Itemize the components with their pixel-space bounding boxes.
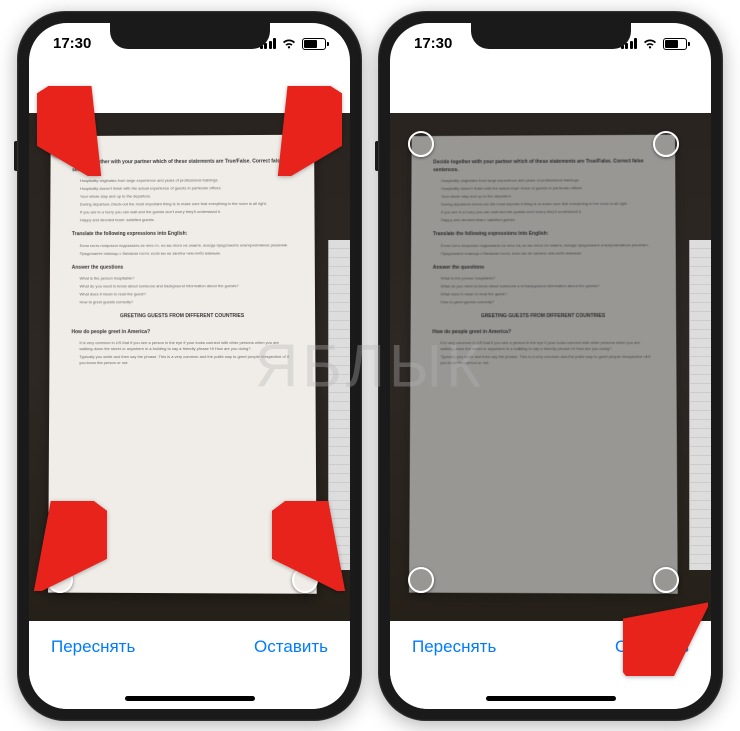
crop-handle-top-left[interactable]: [47, 131, 73, 157]
home-indicator[interactable]: [486, 696, 616, 701]
retake-button[interactable]: Переснять: [412, 637, 496, 657]
status-time: 17:30: [414, 35, 452, 52]
crop-handle-bottom-left[interactable]: [47, 567, 73, 593]
crop-handle-bottom-left[interactable]: [408, 567, 434, 593]
phone-right: 17:30 Decide together with your partner …: [378, 11, 723, 721]
retake-button[interactable]: Переснять: [51, 637, 135, 657]
doc-heading: Translate the following expressions into…: [433, 230, 654, 238]
keep-button[interactable]: Оставить: [254, 637, 328, 657]
crop-handle-top-right[interactable]: [292, 131, 318, 157]
wifi-icon: [642, 38, 658, 50]
crop-handle-bottom-right[interactable]: [653, 567, 679, 593]
doc-heading: GREETING GUESTS FROM DIFFERENT COUNTRIES: [71, 312, 293, 320]
notch: [110, 23, 270, 49]
status-time: 17:30: [53, 35, 91, 52]
keyboard-background: [689, 240, 711, 570]
keep-button[interactable]: Оставить: [615, 637, 689, 657]
doc-heading: Answer the questions: [433, 263, 654, 271]
home-indicator[interactable]: [125, 696, 255, 701]
header-space: [390, 65, 711, 113]
status-indicators: [260, 38, 327, 50]
keyboard-background: [328, 240, 350, 570]
scan-viewport[interactable]: Decide together with your partner which …: [29, 113, 350, 621]
doc-heading: How do people greet in America?: [432, 328, 654, 336]
wifi-icon: [281, 38, 297, 50]
doc-heading: GREETING GUESTS FROM DIFFERENT COUNTRIES: [432, 312, 654, 320]
crop-handle-bottom-right[interactable]: [292, 567, 318, 593]
doc-heading: How do people greet in America?: [71, 328, 293, 336]
crop-handle-top-right[interactable]: [653, 131, 679, 157]
doc-heading: Decide together with your partner which …: [433, 158, 653, 174]
doc-heading: Decide together with your partner which …: [72, 158, 292, 174]
scan-viewport[interactable]: Decide together with your partner which …: [390, 113, 711, 621]
crop-handle-top-left[interactable]: [408, 131, 434, 157]
battery-icon: [302, 38, 326, 50]
doc-heading: Answer the questions: [72, 263, 293, 271]
scanned-document: Decide together with your partner which …: [48, 134, 317, 593]
status-indicators: [621, 38, 688, 50]
header-space: [29, 65, 350, 113]
screen-right: 17:30 Decide together with your partner …: [390, 23, 711, 709]
battery-icon: [663, 38, 687, 50]
phone-left: 17:30 Decide together with your partner …: [17, 11, 362, 721]
notch: [471, 23, 631, 49]
scanned-document: Decide together with your partner which …: [409, 134, 678, 593]
screen-left: 17:30 Decide together with your partner …: [29, 23, 350, 709]
doc-heading: Translate the following expressions into…: [72, 230, 293, 238]
